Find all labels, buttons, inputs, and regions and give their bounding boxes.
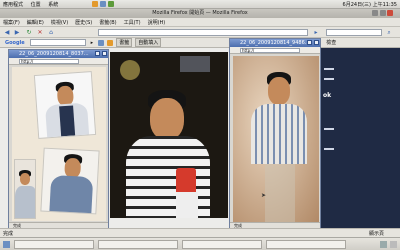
taskbar-item-3[interactable] [182,240,262,249]
home-icon[interactable]: ⌂ [47,29,55,36]
workspace-switcher-icon[interactable] [380,241,387,248]
google-toolbar: Google ▸ 書籤 自動填入 檢查 [0,38,400,48]
check-button[interactable]: 檢查 [324,39,338,46]
popup2-title: 22_06_2009120814_9486... [240,40,310,46]
pagerank-icon [107,39,114,46]
popup2-close-icon[interactable] [314,40,319,45]
collage-photo-2 [40,147,100,215]
popup1-title: 22_06_2009120814_8037... [19,51,89,57]
menu-file[interactable]: 檔案(F) [3,19,20,26]
trash-icon[interactable] [390,241,397,248]
bookmark-star-icon[interactable] [98,39,105,46]
popup1-minimize-icon[interactable] [95,51,100,56]
collage-photo-1 [33,71,97,139]
bookmarks-button[interactable]: 書籤 [116,38,133,47]
menu-history[interactable]: 歷史(S) [75,19,92,26]
show-desktop-icon[interactable] [3,241,10,248]
google-logo: Google [5,39,25,46]
popup-window-2: 22_06_2009120814_9486... http:// ➤ 完成 [229,38,321,230]
background-page-right: ok [318,48,400,228]
applications-menu[interactable]: 應用程式 [3,2,23,8]
url-input[interactable] [98,29,308,36]
status-right: 顯示頁 [368,230,384,237]
google-go-icon[interactable]: ▸ [89,40,96,46]
popup1-url-field[interactable]: http:// [19,59,79,64]
top-panel: 應用程式 位置 系統 6月24日(三) 上午11:35 [0,0,400,9]
close-icon[interactable] [387,10,394,16]
menu-tools[interactable]: 工具(T) [124,19,141,26]
popup1-titlebar[interactable]: 22_06_2009120814_8037... [9,50,108,58]
google-search-input[interactable] [29,39,86,46]
taskbar-item-1[interactable] [14,240,94,249]
firefox-titlebar: Mozilla Firefox 開始頁 — Mozilla Firefox [0,9,400,18]
places-menu[interactable]: 位置 [31,2,41,8]
clock[interactable]: 6月24日(三) 上午11:35 [343,1,397,8]
maximize-icon[interactable] [379,10,386,16]
menu-view[interactable]: 檢視(V) [51,19,68,26]
popup-window-1: 22_06_2009120814_8037... http:// 完成 [8,49,109,230]
popup1-close-icon[interactable] [102,51,107,56]
mouse-pointer-icon: ➤ [261,192,267,199]
popup2-minimize-icon[interactable] [307,40,312,45]
firefox-launcher-icon[interactable] [92,1,98,7]
menu-help[interactable]: 說明(H) [148,19,166,26]
search-icon[interactable]: ⌕ [385,29,393,36]
mail-launcher-icon[interactable] [100,1,106,7]
menu-edit[interactable]: 編輯(E) [27,19,44,26]
collage-photo-3 [14,159,36,219]
panel-menus: 應用程式 位置 系統 [3,1,64,8]
system-menu[interactable]: 系統 [48,2,58,8]
autofill-button[interactable]: 自動填入 [135,38,162,47]
reload-icon[interactable]: ↻ [25,29,33,36]
popup1-collage [12,67,106,221]
minimize-icon[interactable] [372,10,378,16]
search-input[interactable] [326,29,382,36]
firefox-statusbar: 完成 顯示頁 [0,228,400,237]
status-text: 完成 [3,230,14,237]
main-photo [110,52,228,218]
firefox-menubar: 檔案(F) 編輯(E) 檢視(V) 歷史(S) 書籤(B) 工具(T) 說明(H… [0,18,400,27]
help-launcher-icon[interactable] [108,1,114,7]
popup2-titlebar[interactable]: 22_06_2009120814_9486... [230,39,320,47]
bottom-taskbar [0,237,400,250]
navigation-toolbar: ◀ ▶ ↻ ✕ ⌂ ▸ ⌕ [0,27,400,38]
menu-bookmarks[interactable]: 書籤(B) [99,19,116,26]
forward-icon[interactable]: ▶ [13,29,21,36]
taskbar-item-2[interactable] [98,240,178,249]
taskbar-item-4[interactable] [266,240,346,249]
window-controls [372,10,394,18]
popup2-photo: ➤ [233,56,319,222]
panel-launchers [92,1,114,7]
back-icon[interactable]: ◀ [3,29,11,36]
stop-icon[interactable]: ✕ [36,29,44,36]
go-icon[interactable]: ▸ [312,29,320,36]
popup2-url-field[interactable]: http:// [240,48,300,53]
